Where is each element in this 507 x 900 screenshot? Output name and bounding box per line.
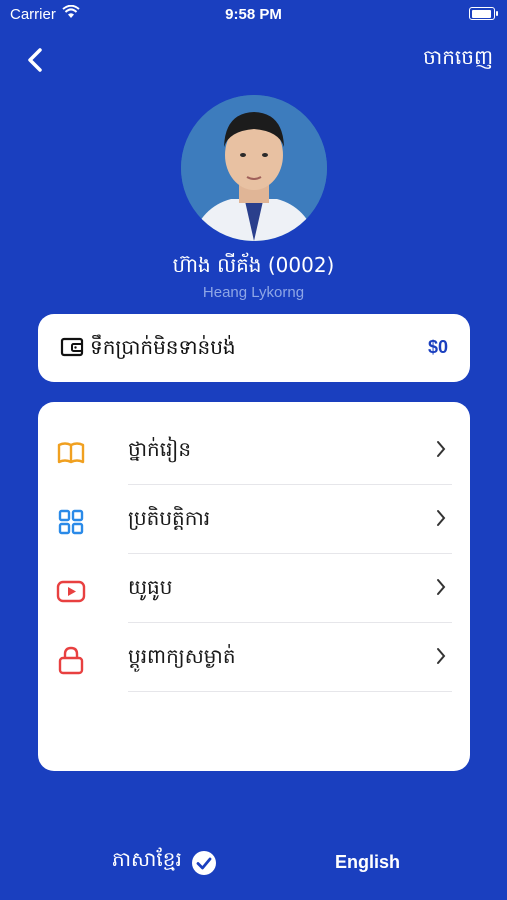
wallet-icon [60,337,84,357]
divider [128,691,452,692]
menu-item-label: ប្តូរពាក្យសម្ងាត់ [128,644,236,668]
language-khmer-button[interactable]: ភាសាខ្មែរ [112,846,182,876]
menu-item-youtube[interactable]: យូធូប [38,554,470,623]
chevron-left-icon [28,48,42,72]
clock: 9:58 PM [225,6,282,23]
menu-item-change-password[interactable]: ប្តូរពាក្យសម្ងាត់ [38,623,470,692]
lock-icon [58,646,84,675]
grid-icon [58,509,84,535]
avatar [181,95,327,241]
chevron-right-icon [437,579,446,595]
youtube-icon [56,580,86,603]
menu-item-classes[interactable]: ថ្នាក់រៀន [38,416,470,485]
menu-item-transactions[interactable]: ប្រតិបត្តិការ [38,485,470,554]
chevron-right-icon [437,510,446,526]
menu-card: ថ្នាក់រៀន ប្រតិបត្តិការ យូធូប ប្តូរពាក្យ… [38,402,470,771]
language-english-button[interactable]: English [335,852,400,873]
battery-icon [469,7,498,20]
logout-button[interactable]: ចាកចេញ [423,44,493,74]
unpaid-balance-label: ទឹកប្រាក់មិនទាន់បង់ [90,335,236,359]
unpaid-balance-value: $0 [427,337,448,357]
back-button[interactable] [20,44,52,76]
student-name: ហ៊ាង លីគ័ង (0002) [172,253,335,277]
student-latin-name: Heang Lykorng [202,284,305,301]
check-circle-icon [192,851,216,875]
book-icon [57,442,85,464]
unpaid-balance-card[interactable]: ទឹកប្រាក់មិនទាន់បង់ $0 [38,314,470,382]
chevron-right-icon [437,648,446,664]
status-bar: Carrier 9:58 PM [0,0,507,30]
chevron-right-icon [437,441,446,457]
menu-item-label: យូធូប [128,575,173,599]
menu-item-label: ប្រតិបត្តិការ [128,506,211,530]
menu-item-label: ថ្នាក់រៀន [128,437,192,461]
